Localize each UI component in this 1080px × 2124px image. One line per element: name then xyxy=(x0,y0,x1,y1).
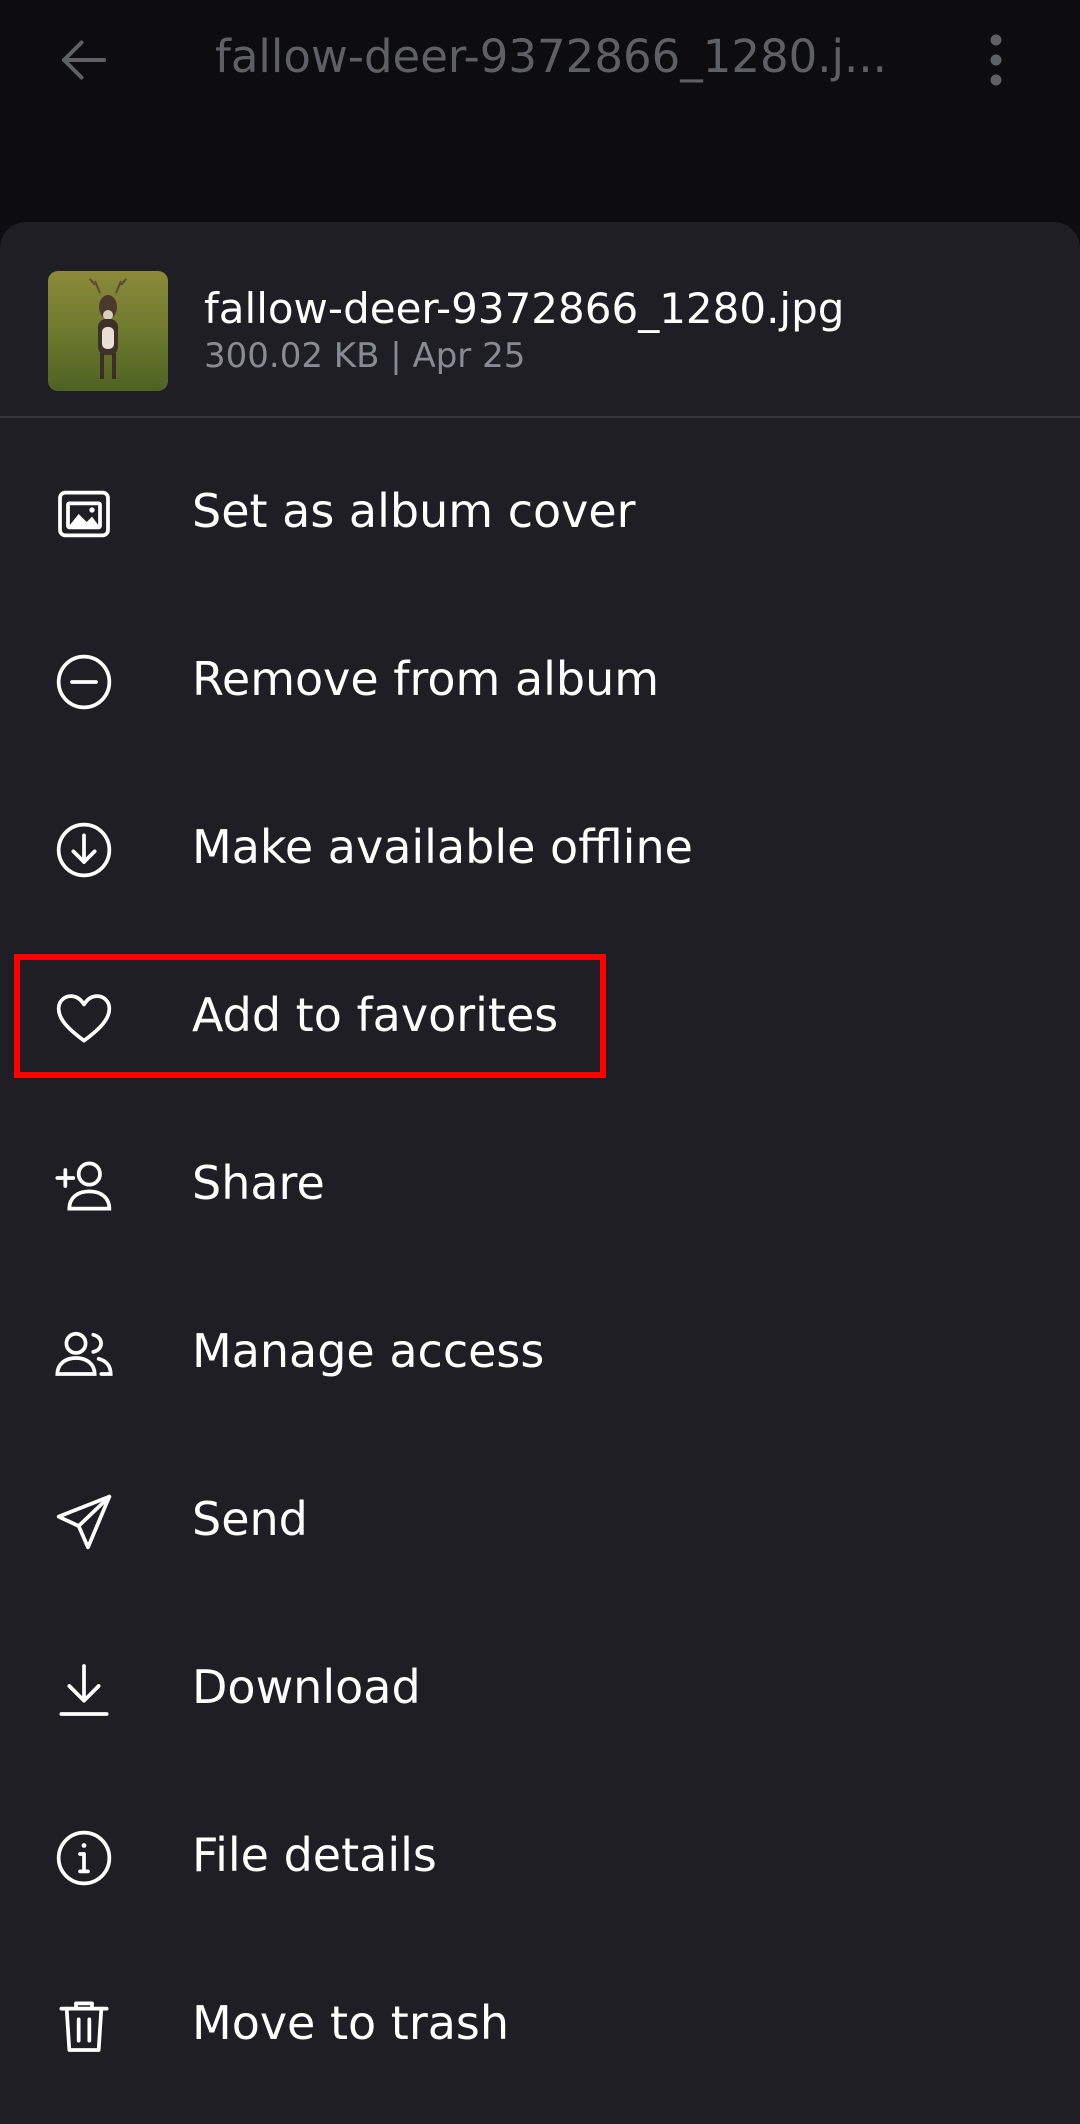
top-app-bar: fallow-deer-9372866_1280.j... xyxy=(0,0,1080,225)
menu-item-label: Make available offline xyxy=(192,820,693,874)
more-vertical-icon xyxy=(986,30,1006,90)
menu-item-download[interactable]: Download xyxy=(0,1622,1080,1762)
menu-item-label: Download xyxy=(192,1660,421,1714)
person-add-icon xyxy=(48,1150,120,1222)
download-icon xyxy=(48,1654,120,1726)
minus-circle-icon xyxy=(48,646,120,718)
file-meta: 300.02 KB | Apr 25 xyxy=(204,336,526,376)
menu-item-label: Share xyxy=(192,1156,325,1210)
file-name: fallow-deer-9372866_1280.jpg xyxy=(204,284,845,333)
menu-item-label: Move to trash xyxy=(192,1996,510,2050)
file-thumbnail xyxy=(48,271,168,391)
menu-item-move-to-trash[interactable]: Move to trash xyxy=(0,1958,1080,2098)
menu-item-label: File details xyxy=(192,1828,437,1882)
menu-item-file-details[interactable]: File details xyxy=(0,1790,1080,1930)
download-circle-icon xyxy=(48,814,120,886)
menu-item-add-to-favorites[interactable]: Add to favorites xyxy=(0,950,1080,1090)
menu-item-share[interactable]: Share xyxy=(0,1118,1080,1258)
info-icon xyxy=(48,1822,120,1894)
menu-item-label: Send xyxy=(192,1492,308,1546)
menu-item-label: Manage access xyxy=(192,1324,545,1378)
send-icon xyxy=(48,1486,120,1558)
more-options-button[interactable] xyxy=(966,24,1026,96)
image-icon xyxy=(48,478,120,550)
menu-item-make-available-offline[interactable]: Make available offline xyxy=(0,782,1080,922)
file-header: fallow-deer-9372866_1280.jpg 300.02 KB |… xyxy=(0,222,1080,418)
back-button[interactable] xyxy=(48,24,120,96)
page-title: fallow-deer-9372866_1280.j... xyxy=(215,30,887,83)
people-icon xyxy=(48,1318,120,1390)
menu-item-set-as-album-cover[interactable]: Set as album cover xyxy=(0,446,1080,586)
heart-icon xyxy=(48,982,120,1054)
arrow-left-icon xyxy=(54,30,114,90)
menu-item-remove-from-album[interactable]: Remove from album xyxy=(0,614,1080,754)
menu-item-label: Add to favorites xyxy=(192,988,559,1042)
menu-item-send[interactable]: Send xyxy=(0,1454,1080,1594)
menu-item-manage-access[interactable]: Manage access xyxy=(0,1286,1080,1426)
menu-item-label: Remove from album xyxy=(192,652,660,706)
menu-item-label: Set as album cover xyxy=(192,484,636,538)
trash-icon xyxy=(48,1990,120,2062)
